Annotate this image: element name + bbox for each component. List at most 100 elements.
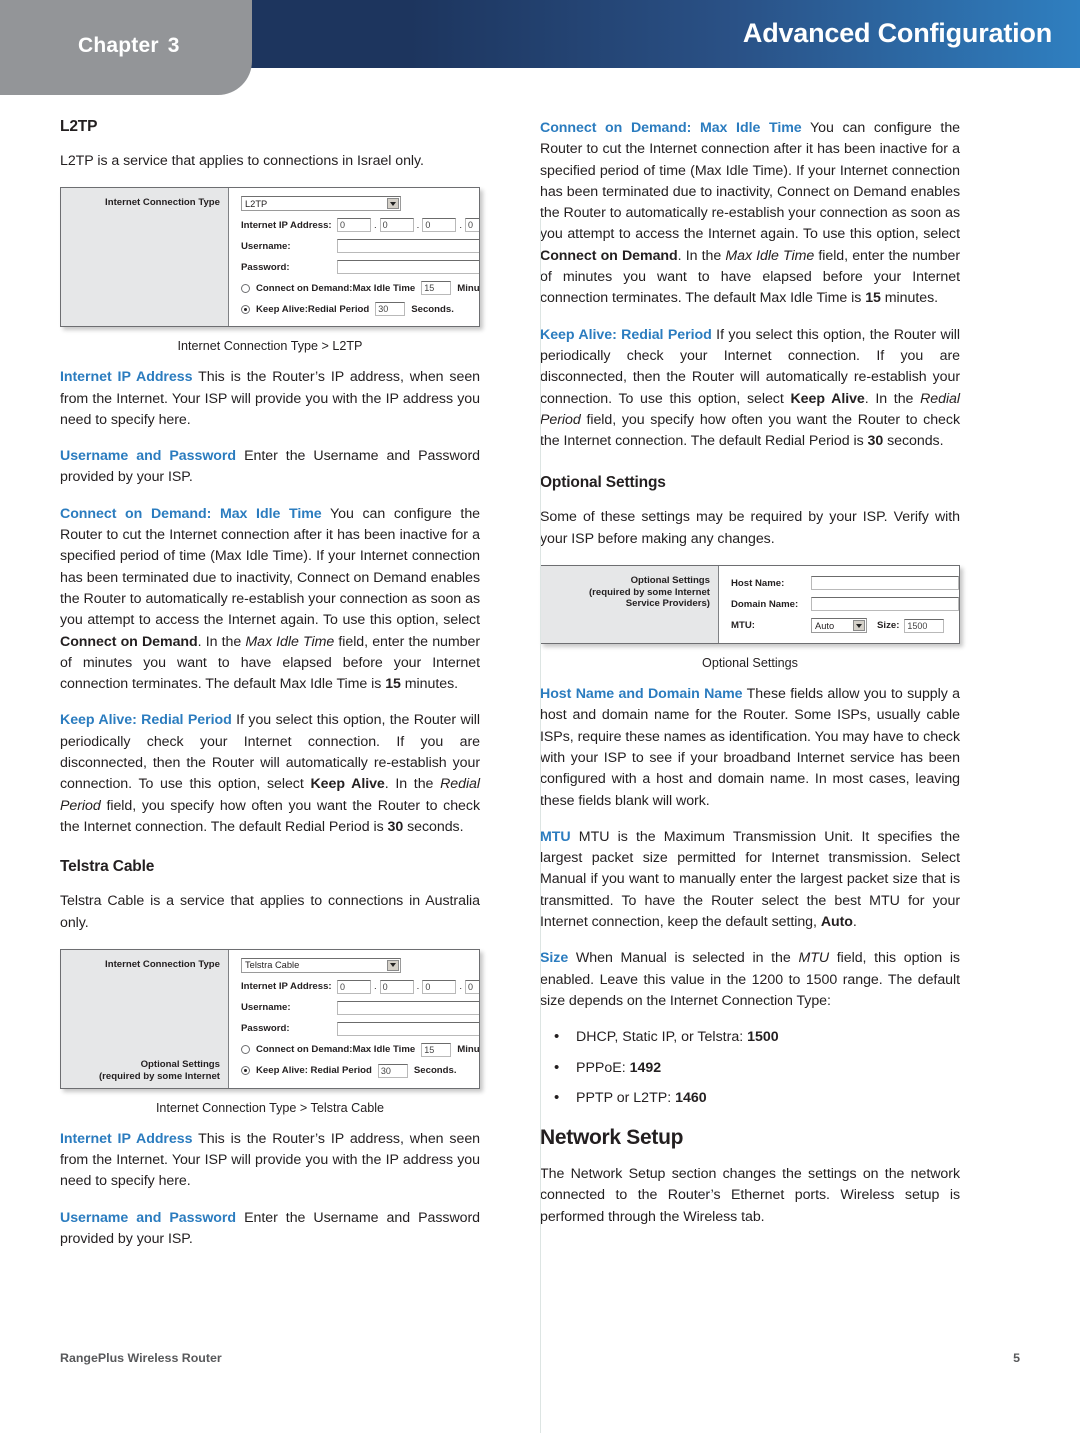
label-size: Size: (877, 620, 900, 632)
term-connect-on-demand-right: Connect on Demand: Max Idle Time (540, 120, 802, 136)
text-cod-italic-1: Max Idle Time (245, 633, 335, 650)
text-cod-right-bold-1: Connect on Demand (540, 247, 678, 264)
text-cod-right-4: minutes. (880, 290, 939, 307)
footer-product-name: RangePlus Wireless Router (60, 1351, 222, 1365)
screenshot-label-column: Internet Connection Type (61, 188, 229, 327)
term-internet-ip-address: Internet IP Address (60, 369, 193, 386)
paragraph-host-domain-name: Host Name and Domain Name These fields a… (540, 684, 960, 812)
ip-dot-1: . (374, 219, 377, 231)
paragraph-optional-intro: Some of these settings may be required b… (540, 509, 960, 547)
list-item: PPTP or L2TP: 1460 (546, 1087, 960, 1110)
label-domain-name: Domain Name: (731, 598, 799, 610)
ip-octet-3-input-telstra[interactable]: 0 (422, 979, 457, 994)
text-keep-right-bold-2: 30 (867, 433, 884, 450)
username-input[interactable] (337, 239, 479, 254)
row-host-name: Host Name: (731, 576, 959, 591)
text-cod-bold-2: 15 (385, 676, 401, 693)
paragraph-keep-alive: Keep Alive: Redial Period If you select … (60, 710, 480, 838)
host-name-input[interactable] (811, 576, 959, 591)
connection-type-select-telstra[interactable]: Telstra Cable (241, 957, 401, 973)
row-keep-alive: Keep Alive:Redial Period 30 Seconds. (241, 302, 479, 317)
username-input-telstra[interactable] (337, 1000, 479, 1015)
ip-octet-2-input[interactable]: 0 (379, 218, 414, 233)
row-password-telstra: Password: (241, 1021, 479, 1036)
mtu-default-size-list: DHCP, Static IP, or Telstra: 1500 PPPoE:… (540, 1026, 960, 1110)
label-connect-on-demand: Connect on Demand:Max Idle Time (256, 282, 416, 294)
row-keep-alive-telstra: Keep Alive: Redial Period 30 Seconds. (241, 1063, 479, 1078)
paragraph-network-setup: The Network Setup section changes the se… (540, 1166, 960, 1225)
ip-octet-1-input[interactable]: 0 (337, 218, 371, 233)
row-username-telstra: Username: (241, 1000, 479, 1015)
connect-on-demand-radio-telstra[interactable] (241, 1045, 250, 1055)
page-content: L2TP L2TP is a service that applies to c… (0, 100, 1080, 1433)
paragraph-username-password-2: Username and Password Enter the Username… (60, 1208, 480, 1251)
heading-l2tp: L2TP (60, 118, 98, 135)
bullet-value-1: 1492 (629, 1059, 662, 1076)
keep-alive-radio[interactable] (241, 304, 250, 314)
chapter-label: Chapter 3 (78, 34, 180, 58)
ip-dot-2: . (416, 219, 420, 231)
text-keep-bold-1: Keep Alive (310, 776, 385, 793)
screenshot-field-column-telstra: Telstra Cable Internet IP Address: 0 . 0… (229, 949, 480, 1088)
ip-octet-4-input[interactable]: 0 (465, 218, 479, 233)
text-cod-1: You can configure the Router to cut the … (60, 505, 480, 629)
paragraph-username-password: Username and Password Enter the Username… (60, 446, 480, 489)
row-mtu: MTU: Auto Size: 1500 (731, 618, 959, 634)
left-column: L2TP L2TP is a service that applies to c… (60, 118, 480, 1265)
max-idle-time-input-telstra[interactable]: 15 (421, 1042, 452, 1057)
label-mtu: MTU: (731, 620, 755, 632)
list-item: PPPoE: 1492 (546, 1056, 960, 1079)
bullet-value-0: 1500 (747, 1029, 779, 1046)
domain-name-input[interactable] (811, 597, 959, 612)
keep-alive-radio-telstra[interactable] (241, 1066, 250, 1076)
bullet-value-2: 1460 (675, 1089, 707, 1106)
label-optional-settings-line2: (required by some Internet (98, 1071, 220, 1083)
figure-caption-l2tp: Internet Connection Type > L2TP (177, 339, 363, 354)
connection-type-select[interactable]: L2TP (241, 196, 401, 212)
row-internet-ip-address: Internet IP Address: 0 . 0 . 0 . 0 (241, 218, 479, 233)
figure-optional-settings: Optional Settings (required by some Inte… (540, 565, 960, 670)
paragraph-internet-ip-address: Internet IP Address This is the Router’s… (60, 367, 480, 431)
term-username-password-2: Username and Password (60, 1209, 237, 1226)
term-keep-alive-right: Keep Alive: Redial Period (540, 326, 712, 343)
text-cod-2: . In the (197, 633, 246, 650)
screenshot-field-column-optional: Host Name: Domain Name: MTU: Auto Size: … (719, 566, 959, 644)
term-keep-alive: Keep Alive: Redial Period (60, 712, 232, 729)
redial-period-input-telstra[interactable]: 30 (377, 1063, 408, 1078)
password-input[interactable] (337, 260, 479, 275)
max-idle-time-input[interactable]: 15 (421, 281, 452, 296)
text-cod-right-italic-1: Max Idle Time (725, 247, 815, 264)
ip-octet-1-input-telstra[interactable]: 0 (337, 979, 371, 994)
redial-period-input[interactable]: 30 (375, 302, 406, 317)
row-connect-on-demand: Connect on Demand:Max Idle Time 15 Minut… (241, 281, 479, 296)
unit-minutes-telstra: Minutes. (457, 1044, 480, 1056)
row-password: Password: (241, 260, 479, 275)
term-connect-on-demand: Connect on Demand: Max Idle Time (60, 505, 322, 522)
ip-octet-3-input[interactable]: 0 (422, 218, 457, 233)
connect-on-demand-radio[interactable] (241, 283, 250, 293)
figure-l2tp: Internet Connection Type L2TP Internet I… (60, 187, 480, 353)
mtu-select[interactable]: Auto (811, 618, 867, 634)
paragraph-telstra-intro: Telstra Cable is a service that applies … (60, 893, 480, 931)
label-internet-connection-type-telstra: Internet Connection Type (105, 958, 220, 970)
text-keep-right-bold-1: Keep Alive (790, 390, 865, 407)
label-optional-settings-partial: Optional Settings (required by some Inte… (68, 1059, 220, 1082)
page-title: Advanced Configuration (742, 18, 1052, 48)
row-connect-on-demand-telstra: Connect on Demand:Max Idle Time 15 Minut… (241, 1042, 480, 1057)
text-size-italic-1: MTU (798, 950, 830, 967)
row-connection-type: L2TP (241, 196, 479, 212)
text-keep-4: seconds. (403, 818, 464, 835)
bullet-text-1: PPPoE: (576, 1059, 630, 1076)
size-input[interactable]: 1500 (904, 618, 945, 633)
term-internet-ip-address-2: Internet IP Address (60, 1130, 193, 1147)
figure-telstra: Internet Connection Type Optional Settin… (60, 948, 480, 1115)
chevron-down-icon (387, 959, 399, 971)
label-keep-alive: Keep Alive:Redial Period (256, 303, 370, 315)
label-host-name: Host Name: (731, 577, 785, 589)
password-input-telstra[interactable] (337, 1021, 479, 1036)
bullet-text-0: DHCP, Static IP, or Telstra: (576, 1029, 748, 1046)
ip-octet-4-input-telstra[interactable]: 0 (465, 979, 479, 994)
text-cod-4: minutes. (400, 676, 459, 693)
unit-seconds: Seconds. (411, 303, 454, 315)
ip-octet-2-input-telstra[interactable]: 0 (379, 979, 414, 994)
